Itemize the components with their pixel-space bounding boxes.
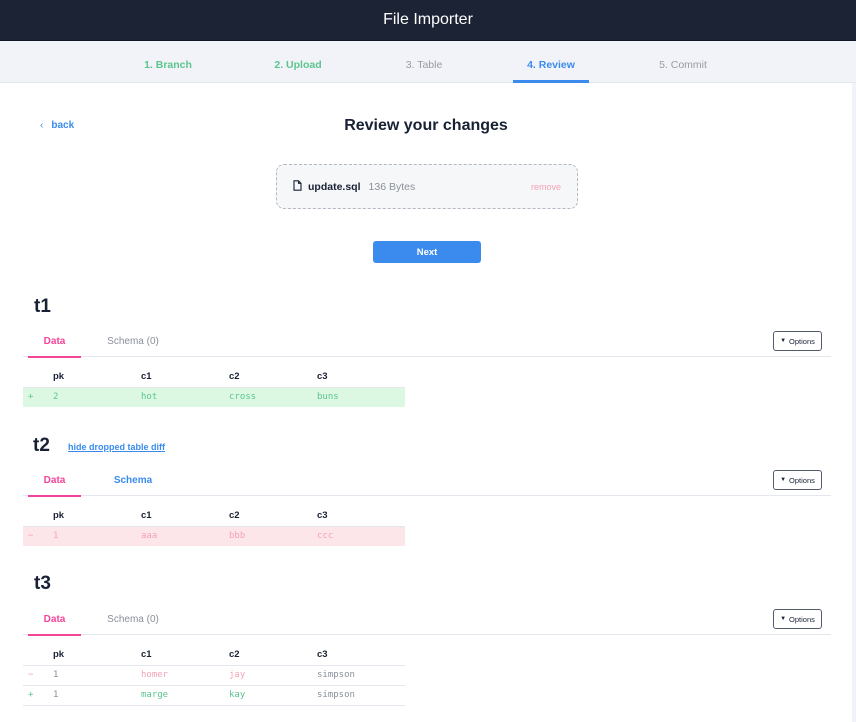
tab-schema[interactable]: Schema	[98, 469, 168, 496]
column-header: c1	[141, 510, 152, 522]
next-button[interactable]: Next	[373, 241, 481, 263]
column-header: pk	[53, 371, 65, 383]
tab-data[interactable]: Data	[28, 608, 81, 636]
step-table[interactable]: 3. Table	[392, 41, 456, 83]
row-marker: −	[23, 525, 53, 546]
file-icon	[293, 179, 302, 194]
caret-down-icon: ▼	[780, 616, 787, 622]
options-label: Options	[789, 614, 815, 624]
app-header: File Importer	[0, 0, 856, 41]
cell: homer	[141, 664, 229, 685]
table-row-added: + 2 hot cross buns	[23, 386, 405, 407]
row-marker: −	[23, 664, 53, 685]
table-name: t2	[33, 435, 50, 456]
column-header: c2	[229, 371, 240, 383]
diff-tabs: Data Schema (0)	[23, 608, 831, 636]
column-header: c3	[317, 510, 328, 522]
column-header: c3	[317, 649, 328, 661]
table-row-modified-old: − 1 homer jay simpson	[23, 664, 405, 685]
column-header: c1	[141, 371, 152, 383]
cell: ccc	[317, 525, 405, 546]
tab-schema[interactable]: Schema (0)	[98, 330, 168, 357]
cell: 2	[53, 386, 141, 407]
cell: simpson	[317, 664, 405, 685]
header-row: pk c1 c2 c3	[23, 645, 405, 665]
review-page: ‹ back Review your changes update.sql 136…	[0, 83, 856, 722]
hide-dropped-table-diff-link[interactable]: hide dropped table diff	[68, 442, 165, 452]
cell: marge	[141, 684, 229, 706]
file-size: 136 Bytes	[368, 180, 416, 193]
diff-tabs: Data Schema	[23, 469, 831, 497]
cell: aaa	[141, 525, 229, 546]
diff-table: pk c1 c2 c3 + 2 hot cross buns	[23, 367, 405, 407]
column-header: c3	[317, 371, 328, 383]
column-header: c2	[229, 510, 240, 522]
table-name: t3	[34, 573, 51, 594]
cell: jay	[229, 664, 317, 685]
options-button[interactable]: ▼ Options	[773, 470, 822, 490]
step-branch[interactable]: 1. Branch	[134, 41, 202, 83]
uploaded-file: update.sql 136 Bytes remove	[276, 164, 578, 209]
file-name: update.sql	[308, 180, 361, 193]
cell: 1	[53, 664, 141, 685]
step-commit[interactable]: 5. Commit	[646, 41, 720, 83]
cell: bbb	[229, 525, 317, 546]
cell: kay	[229, 684, 317, 706]
column-header: c1	[141, 649, 152, 661]
tab-data[interactable]: Data	[28, 469, 81, 497]
column-header: pk	[53, 510, 65, 522]
caret-down-icon: ▼	[780, 477, 787, 483]
row-marker: +	[23, 684, 53, 706]
table-name: t1	[34, 296, 51, 317]
row-marker: +	[23, 386, 53, 407]
table-row-modified-new: + 1 marge kay simpson	[23, 684, 405, 706]
diff-table: pk c1 c2 c3 − 1 homer jay simpson + 1 ma…	[23, 645, 405, 706]
cell: cross	[229, 386, 317, 407]
step-review[interactable]: 4. Review	[513, 41, 589, 83]
options-button[interactable]: ▼ Options	[773, 609, 822, 629]
page-title: Review your changes	[344, 117, 508, 134]
column-header: c2	[229, 649, 240, 661]
options-button[interactable]: ▼ Options	[773, 331, 822, 351]
tab-data[interactable]: Data	[28, 330, 81, 358]
table-row-removed: − 1 aaa bbb ccc	[23, 525, 405, 546]
header-row: pk c1 c2 c3	[23, 506, 405, 526]
diff-table: pk c1 c2 c3 − 1 aaa bbb ccc	[23, 506, 405, 546]
column-header: pk	[53, 649, 65, 661]
cell: 1	[53, 684, 141, 706]
remove-file-button[interactable]: remove	[531, 182, 561, 192]
diff-tabs: Data Schema (0)	[23, 330, 831, 358]
cell: simpson	[317, 684, 405, 706]
step-upload[interactable]: 2. Upload	[264, 41, 332, 83]
tab-schema[interactable]: Schema (0)	[98, 608, 168, 635]
cell: 1	[53, 525, 141, 546]
header-row: pk c1 c2 c3	[23, 367, 405, 387]
caret-down-icon: ▼	[780, 338, 787, 344]
options-label: Options	[789, 336, 815, 346]
app-title: File Importer	[383, 11, 473, 28]
cell: hot	[141, 386, 229, 407]
stepper: 1. Branch 2. Upload 3. Table 4. Review 5…	[0, 41, 856, 83]
cell: buns	[317, 386, 405, 407]
options-label: Options	[789, 475, 815, 485]
